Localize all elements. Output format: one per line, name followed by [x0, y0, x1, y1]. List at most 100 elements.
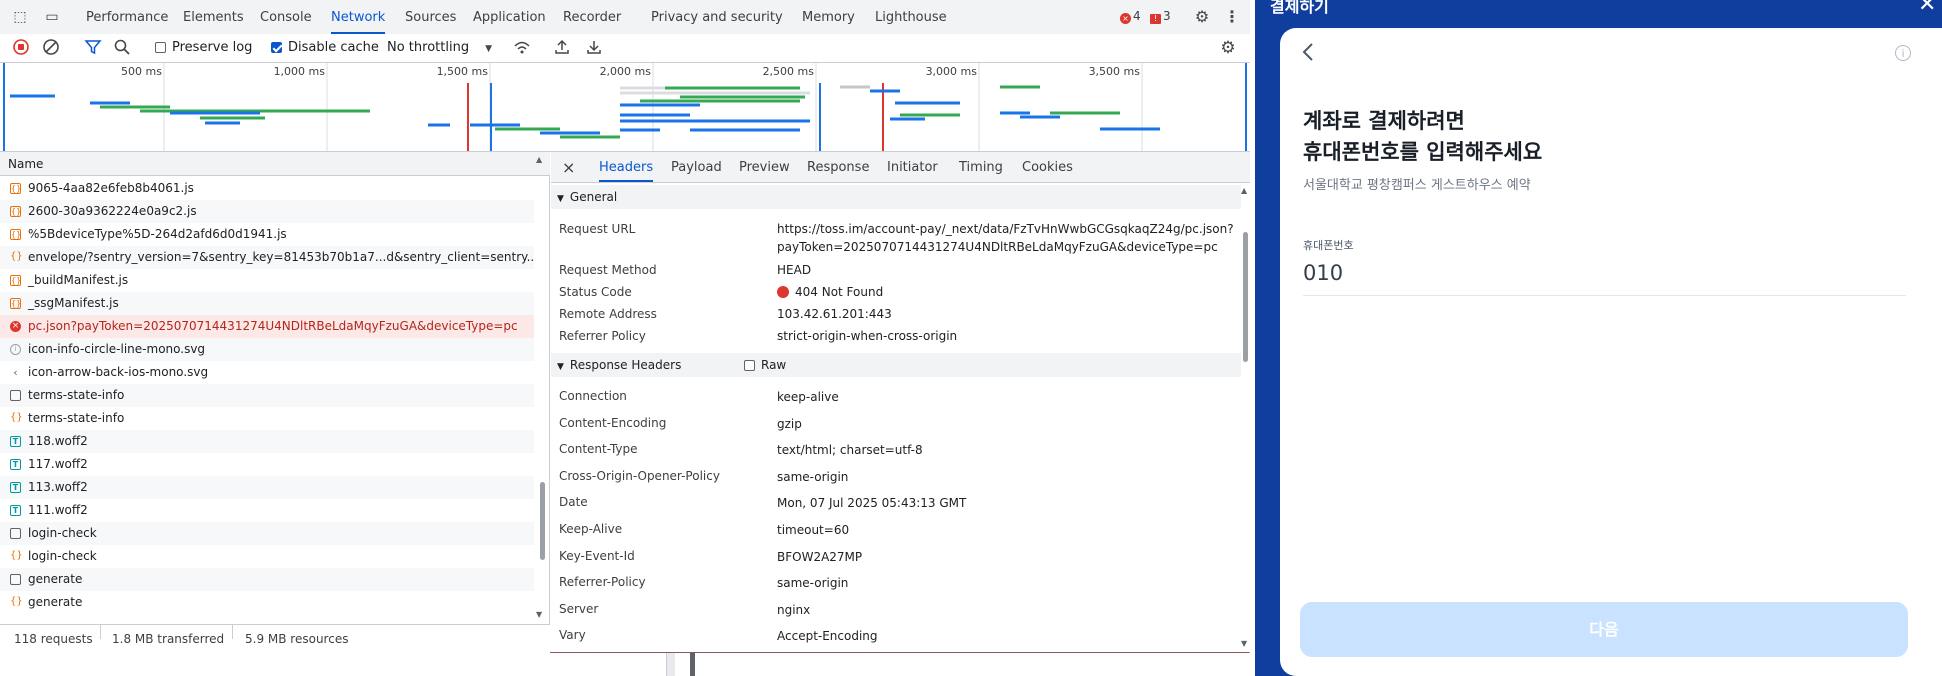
error-count-badge[interactable]: × 4 [1120, 9, 1141, 24]
phone-number-label: 휴대폰번호 [1303, 239, 1354, 252]
import-har-icon[interactable] [552, 38, 572, 58]
disable-cache-checkbox[interactable]: Disable cache [271, 34, 379, 62]
request-row[interactable]: {} %5BdeviceType%5D-264d2afd6d0d1941.js [0, 223, 534, 246]
checkbox-icon [744, 360, 755, 371]
stop-recording-icon[interactable] [11, 38, 31, 58]
request-row[interactable]: T 113.woff2 [0, 476, 534, 499]
network-settings-gear-icon[interactable]: ⚙ [1218, 38, 1238, 58]
request-method-value: HEAD [777, 263, 812, 277]
request-row[interactable]: ‹ icon-arrow-back-ios-mono.svg [0, 361, 534, 384]
request-row[interactable]: i icon-info-circle-line-mono.svg [0, 338, 534, 361]
scroll-up-icon[interactable]: ▲ [536, 155, 542, 164]
font-file-icon: T [10, 482, 21, 493]
request-row[interactable]: T 111.woff2 [0, 499, 534, 522]
fetch-icon: {} [10, 596, 23, 607]
general-section-header[interactable]: ▼ General [551, 185, 1241, 209]
response-header-key: Cross-Origin-Opener-Policy [559, 468, 720, 483]
error-icon: × [10, 321, 21, 332]
payment-modal-title: 결제하기 [1270, 0, 1329, 16]
response-header-key: Server [559, 601, 599, 616]
device-toolbar-icon[interactable]: ▭ [42, 7, 62, 27]
throttling-select[interactable]: No throttling ▼ [387, 34, 492, 62]
tab-lighthouse[interactable]: Lighthouse [875, 0, 947, 34]
request-row[interactable]: {} _buildManifest.js [0, 269, 534, 292]
info-circle-icon[interactable]: i [1895, 45, 1911, 61]
settings-gear-icon[interactable]: ⚙ [1192, 7, 1212, 27]
tab-network[interactable]: Network [331, 0, 386, 34]
tab-console[interactable]: Console [260, 0, 312, 34]
detail-tab-headers[interactable]: Headers [599, 152, 654, 182]
export-har-icon[interactable] [584, 38, 604, 58]
response-header-value: same-origin [777, 469, 849, 484]
more-options-icon[interactable]: ⋮ [1222, 7, 1242, 27]
request-row[interactable]: login-check [0, 522, 534, 545]
tick-label: 2,000 ms [600, 65, 652, 78]
request-row[interactable]: {} 2600-30a9362224e0a9c2.js [0, 200, 534, 223]
detail-tab-cookies[interactable]: Cookies [1022, 152, 1073, 182]
response-header-key: Keep-Alive [559, 522, 623, 536]
request-row[interactable]: generate [0, 568, 534, 591]
status-code-key: Status Code [559, 285, 632, 299]
details-scroll-up-icon[interactable]: ▲ [1241, 186, 1247, 195]
request-row[interactable]: {} generate [0, 591, 534, 614]
tab-memory[interactable]: Memory [802, 0, 855, 34]
response-header-value: Accept-Encoding [777, 629, 878, 644]
close-details-icon[interactable]: × [562, 152, 575, 182]
detail-tab-response[interactable]: Response [807, 152, 869, 182]
tab-application[interactable]: Application [473, 0, 546, 34]
tab-privacy-and-security[interactable]: Privacy and security [651, 0, 783, 34]
request-row[interactable]: T 118.woff2 [0, 430, 534, 453]
warning-count-badge[interactable]: ! 3 [1150, 9, 1171, 24]
devtools-tab-bar: ⬚ ▭ Performance Elements Console Network… [0, 0, 1250, 35]
detail-tab-preview[interactable]: Preview [739, 152, 790, 182]
phone-number-input[interactable]: 010 [1303, 261, 1906, 296]
request-url-key: Request URL [559, 222, 636, 236]
raw-checkbox[interactable]: Raw [744, 353, 786, 377]
referrer-policy-key: Referrer Policy [559, 329, 646, 343]
request-list-scrollbar[interactable] [540, 482, 545, 560]
request-name: login-check [28, 526, 97, 540]
request-row[interactable]: {} envelope/?sentry_version=7&sentry_key=… [0, 246, 534, 269]
page-background-strip [0, 653, 1250, 676]
next-button[interactable]: 다음 [1300, 602, 1908, 657]
scroll-down-icon[interactable]: ▼ [536, 610, 542, 619]
request-name: generate [28, 595, 83, 609]
preserve-log-checkbox[interactable]: Preserve log [155, 34, 252, 62]
tick-label: 1,000 ms [274, 65, 326, 78]
details-scrollbar[interactable] [1243, 232, 1248, 362]
request-row[interactable]: {} login-check [0, 545, 534, 568]
collapse-triangle-icon: ▼ [557, 362, 564, 372]
request-row[interactable]: {} _ssgManifest.js [0, 292, 534, 315]
tab-performance[interactable]: Performance [86, 0, 168, 34]
filter-icon[interactable] [83, 38, 103, 58]
request-row[interactable]: {} terms-state-info [0, 407, 534, 430]
inspect-element-icon[interactable]: ⬚ [10, 7, 30, 27]
detail-tab-payload[interactable]: Payload [671, 152, 722, 182]
back-arrow-icon[interactable] [1301, 41, 1315, 69]
request-url-value-line1: https://toss.im/account-pay/_next/data/F… [777, 222, 1234, 236]
tab-recorder[interactable]: Recorder [563, 0, 621, 34]
network-overview-timeline[interactable]: 500 ms 1,000 ms 1,500 ms 2,000 ms 2,500 … [0, 63, 1250, 152]
response-headers-section-header[interactable]: ▼ Response Headers Raw [551, 353, 1241, 377]
close-icon[interactable]: ✕ [1918, 0, 1936, 17]
request-row[interactable]: × pc.json?payToken=2025070714431274U4NDlt… [0, 315, 534, 338]
detail-tab-initiator[interactable]: Initiator [887, 152, 938, 182]
details-scroll-down-icon[interactable]: ▼ [1241, 639, 1247, 648]
tab-sources[interactable]: Sources [405, 0, 456, 34]
network-conditions-icon[interactable] [512, 38, 532, 58]
search-icon[interactable] [112, 38, 132, 58]
response-header-value: keep-alive [777, 390, 839, 404]
js-file-icon: {} [10, 183, 22, 194]
image-icon: i [10, 344, 21, 355]
font-file-icon: T [10, 505, 21, 516]
detail-tab-timing[interactable]: Timing [959, 152, 1003, 182]
tab-elements[interactable]: Elements [183, 0, 244, 34]
payment-subtitle: 서울대학교 평창캠퍼스 게스트하우스 예약 [1303, 178, 1531, 193]
name-column-header[interactable]: Name [0, 152, 550, 176]
request-row[interactable]: T 117.woff2 [0, 453, 534, 476]
checkbox-icon [155, 42, 166, 53]
request-details-panel: × Headers Payload Preview Response Initi… [551, 152, 1250, 652]
request-row[interactable]: {} 9065-4aa82e6feb8b4061.js [0, 177, 534, 200]
clear-icon[interactable] [41, 38, 61, 58]
request-row[interactable]: terms-state-info [0, 384, 534, 407]
